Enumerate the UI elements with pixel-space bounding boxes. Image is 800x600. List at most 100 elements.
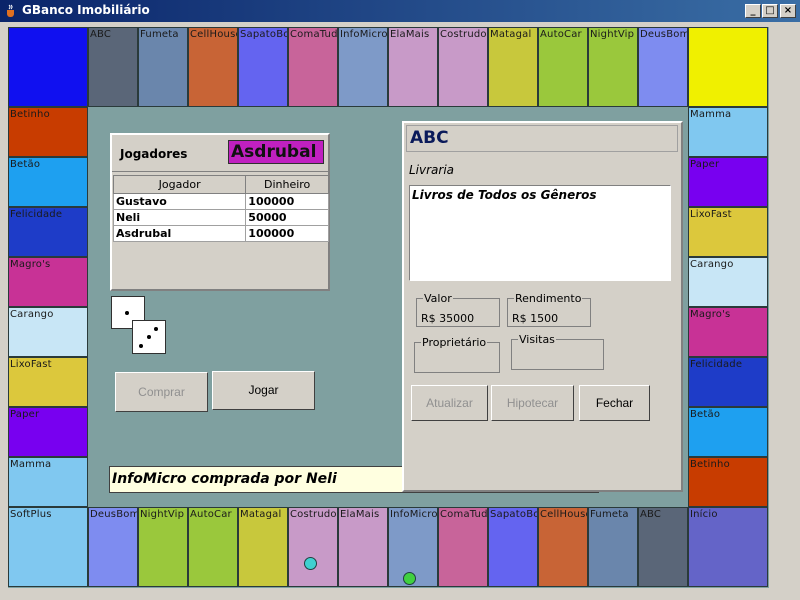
- update-button[interactable]: Atualizar: [411, 385, 488, 421]
- board-cell-magro-s[interactable]: Magro's: [8, 257, 88, 307]
- property-title: ABC: [406, 125, 678, 152]
- board-cell-label: ABC: [90, 29, 112, 40]
- minimize-button[interactable]: _: [745, 4, 761, 18]
- board-cell-label: Betinho: [690, 459, 730, 470]
- board-cell-label: Costrudo: [440, 29, 487, 40]
- board-cell-label: Magro's: [690, 309, 731, 320]
- table-row[interactable]: Gustavo 100000: [112, 193, 329, 210]
- board-cell-costrudo[interactable]: Costrudo: [438, 27, 488, 107]
- board-cell-deusbom[interactable]: DeusBom: [638, 27, 688, 107]
- board-cell-cellhouse[interactable]: CellHouse: [188, 27, 238, 107]
- board-cell-label: Mamma: [690, 109, 732, 120]
- board-cell-label: NightVip: [590, 29, 635, 40]
- board-cell-magro-s[interactable]: Magro's: [688, 307, 768, 357]
- board-cell-label: Betinho: [10, 109, 50, 120]
- property-description: Livros de Todos os Gêneros: [409, 185, 671, 281]
- board-cell-elamais[interactable]: ElaMais: [388, 27, 438, 107]
- board-cell-carango[interactable]: Carango: [8, 307, 88, 357]
- board-corner-top-right[interactable]: [688, 27, 768, 107]
- income-group: Rendimento R$ 1500: [507, 292, 591, 327]
- close-button[interactable]: ×: [780, 4, 796, 18]
- board-cell-fumeta[interactable]: Fumeta: [588, 507, 638, 587]
- board-cell-mamma[interactable]: Mamma: [8, 457, 88, 507]
- board-cell-matagal[interactable]: Matagal: [238, 507, 288, 587]
- column-header-dinheiro[interactable]: Dinheiro: [245, 175, 329, 194]
- column-header-jogador[interactable]: Jogador: [112, 175, 247, 194]
- board-cell-deusbom[interactable]: DeusBom: [88, 507, 138, 587]
- board-cell-autocar[interactable]: AutoCar: [188, 507, 238, 587]
- table-row[interactable]: Asdrubal 100000: [112, 225, 329, 242]
- board-cell-infomicro[interactable]: InfoMicro: [338, 27, 388, 107]
- board-cell-paper[interactable]: Paper: [688, 157, 768, 207]
- board-cell-label: SapatoBom: [240, 29, 287, 40]
- value-label: Valor: [423, 292, 453, 305]
- board-cell-label: Fumeta: [140, 29, 179, 40]
- board-cell-label: InfoMicro: [390, 509, 438, 520]
- board-cell-sapatobom[interactable]: SapatoBom: [488, 507, 538, 587]
- income-label: Rendimento: [514, 292, 583, 305]
- board-cell-label: Felicidade: [10, 209, 63, 220]
- visits-label: Visitas: [518, 333, 556, 346]
- buy-button[interactable]: Comprar: [115, 372, 208, 412]
- main-window: GBanco Imobiliário _ □ × SoftPlus Início A…: [0, 0, 800, 600]
- board-cell-infomicro[interactable]: InfoMicro: [388, 507, 438, 587]
- board-corner-bottom-right[interactable]: Início: [688, 507, 768, 587]
- board-cell-costrudo[interactable]: Costrudo: [288, 507, 338, 587]
- board-cell-label: Felicidade: [690, 359, 743, 370]
- play-button[interactable]: Jogar: [212, 371, 315, 410]
- mortgage-button[interactable]: Hipotecar: [491, 385, 574, 421]
- board-cell-autocar[interactable]: AutoCar: [538, 27, 588, 107]
- board-cell-label: Fumeta: [590, 509, 629, 520]
- table-row[interactable]: Neli 50000: [112, 209, 329, 226]
- board-cell-felicidade[interactable]: Felicidade: [8, 207, 88, 257]
- die-pip: [154, 327, 158, 331]
- board-cell-elamais[interactable]: ElaMais: [338, 507, 388, 587]
- board-cell-label: Carango: [10, 309, 54, 320]
- maximize-button[interactable]: □: [762, 4, 778, 18]
- player-token: [304, 557, 317, 570]
- board-cell-felicidade[interactable]: Felicidade: [688, 357, 768, 407]
- board-cell-bet-o[interactable]: Betão: [688, 407, 768, 457]
- board-corner-top-left[interactable]: [8, 27, 88, 107]
- die-pip: [125, 311, 129, 315]
- board-cell-fumeta[interactable]: Fumeta: [138, 27, 188, 107]
- title-bar[interactable]: GBanco Imobiliário _ □ ×: [0, 0, 800, 22]
- board-cell-label: LixoFast: [10, 359, 52, 370]
- income-text: R$ 1500: [512, 312, 559, 325]
- board-cell-label: Mamma: [10, 459, 52, 470]
- board-cell-abc[interactable]: ABC: [88, 27, 138, 107]
- player-money-cell: 100000: [245, 225, 329, 242]
- board-cell-betinho[interactable]: Betinho: [688, 457, 768, 507]
- board-cell-nightvip[interactable]: NightVip: [138, 507, 188, 587]
- board-cell-nightvip[interactable]: NightVip: [588, 27, 638, 107]
- close-dialog-button[interactable]: Fechar: [579, 385, 650, 421]
- player-token: [403, 572, 416, 585]
- board-cell-label: SoftPlus: [10, 509, 52, 520]
- die-pip: [139, 344, 143, 348]
- players-header: Jogadores Asdrubal: [112, 135, 328, 172]
- board-cell-carango[interactable]: Carango: [688, 257, 768, 307]
- board-cell-label: AutoCar: [190, 509, 232, 520]
- board-corner-bottom-left[interactable]: SoftPlus: [8, 507, 88, 587]
- board-cell-label: Magro's: [10, 259, 51, 270]
- property-dialog: ABC Livraria Livros de Todos os Gêneros …: [402, 121, 683, 492]
- board-cell-bet-o[interactable]: Betão: [8, 157, 88, 207]
- board-cell-comatudo[interactable]: ComaTudo: [438, 507, 488, 587]
- value-group: Valor R$ 35000: [416, 292, 500, 327]
- owner-label: Proprietário: [421, 336, 488, 349]
- board-cell-mamma[interactable]: Mamma: [688, 107, 768, 157]
- die-pip: [147, 335, 151, 339]
- window-title: GBanco Imobiliário: [22, 3, 150, 17]
- board-cell-betinho[interactable]: Betinho: [8, 107, 88, 157]
- board-cell-abc[interactable]: ABC: [638, 507, 688, 587]
- board-cell-label: Matagal: [240, 509, 282, 520]
- board-cell-label: Início: [690, 509, 718, 520]
- board-cell-lixofast[interactable]: LixoFast: [688, 207, 768, 257]
- board-cell-comatudo[interactable]: ComaTudo: [288, 27, 338, 107]
- board-cell-lixofast[interactable]: LixoFast: [8, 357, 88, 407]
- board-cell-paper[interactable]: Paper: [8, 407, 88, 457]
- board-cell-matagal[interactable]: Matagal: [488, 27, 538, 107]
- board-cell-cellhouse[interactable]: CellHouse: [538, 507, 588, 587]
- board-cell-sapatobom[interactable]: SapatoBom: [238, 27, 288, 107]
- board-cell-label: CellHouse: [540, 509, 588, 520]
